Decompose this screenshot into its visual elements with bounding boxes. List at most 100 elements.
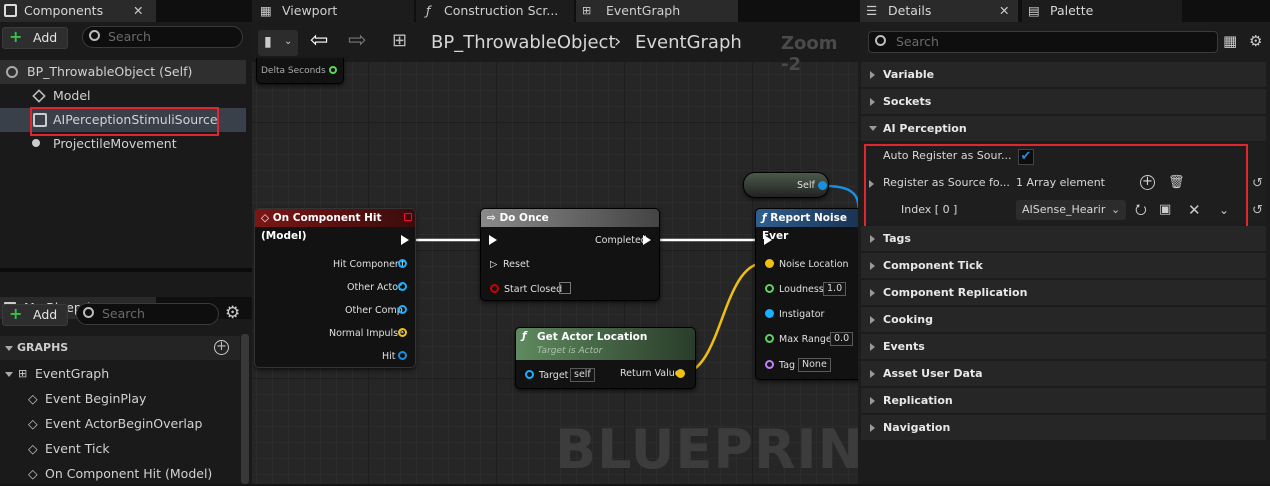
tree-item-projectile[interactable]: ProjectileMovement [0, 132, 246, 156]
node-header: ƒ Report Noise Ever [756, 209, 858, 242]
palette-tab[interactable]: ▤ Palette [1022, 0, 1182, 22]
search-icon [83, 307, 94, 318]
gear-icon[interactable]: ⚙ [225, 303, 240, 323]
blueprint-class-icon [4, 4, 17, 17]
self-pin[interactable] [818, 181, 827, 190]
actor-icon [6, 66, 18, 78]
details-tab[interactable]: ☰ Details ✕ [860, 0, 1018, 22]
details-icon: ☰ [866, 3, 878, 18]
graph-icon: ⊞ [18, 367, 28, 380]
node-header: ⇨ Do Once [481, 209, 659, 227]
exec-out-pin[interactable] [401, 235, 409, 245]
struct-pin[interactable] [398, 351, 407, 360]
object-pin[interactable] [765, 309, 774, 318]
category-replication[interactable]: Replication [861, 388, 1266, 413]
category-tags[interactable]: Tags [861, 226, 1266, 251]
close-icon[interactable]: ✕ [999, 0, 1009, 22]
function-icon: ƒ [762, 212, 767, 224]
event-item[interactable]: ◇ Event ActorBeginOverlap [0, 412, 246, 436]
event-item[interactable]: ◇ Event Tick [0, 437, 246, 461]
highlight-box [864, 144, 1248, 230]
exec-in-pin[interactable] [764, 235, 772, 245]
name-pin[interactable] [765, 360, 774, 369]
vector-pin[interactable] [676, 369, 685, 378]
category-asset-user-data[interactable]: Asset User Data [861, 361, 1266, 386]
chevron-down-icon [5, 346, 13, 351]
category-ai-perception[interactable]: AI Perception [861, 116, 1266, 141]
details-panel: ☰ Details ✕ ▤ Palette Search ▦ ⚙ Variabl… [858, 0, 1270, 484]
myblueprint-add-button[interactable]: + Add [2, 304, 68, 326]
event-item[interactable]: ◇ Event BeginPlay [0, 387, 246, 411]
plus-icon: + [9, 304, 23, 323]
tree-item-model[interactable]: Model [0, 84, 246, 108]
do-once-node[interactable]: ⇨ Do Once Completed ▷ Reset Start Closed [480, 208, 660, 301]
node-header: ƒ Get Actor Location Target is Actor [516, 328, 695, 360]
settings-icon[interactable]: ⚙ [1249, 32, 1262, 50]
report-noise-event-node[interactable]: ƒ Report Noise Ever Noise Location Loudn… [755, 208, 858, 380]
float-pin[interactable] [765, 284, 774, 293]
tree-item-self[interactable]: BP_ThrowableObject (Self) [0, 60, 246, 84]
category-sockets[interactable]: Sockets [861, 89, 1266, 114]
event-graph-canvas[interactable]: ▦ Viewport ƒ Construction Scr... ⊞ Event… [252, 0, 858, 484]
object-pin[interactable] [525, 370, 534, 379]
scrollbar[interactable] [241, 334, 249, 484]
graphs-section[interactable]: GRAPHS + [0, 336, 240, 360]
loudness-field[interactable]: 1.0 [823, 282, 847, 296]
exec-out-pin[interactable] [643, 235, 651, 245]
function-icon: ƒ [522, 330, 527, 342]
search-icon [875, 35, 886, 46]
plus-icon: + [9, 27, 23, 46]
node-header: ◇ On Component Hit (Model) [255, 209, 415, 242]
components-search-input[interactable]: Search [82, 26, 243, 48]
category-events[interactable]: Events [861, 334, 1266, 359]
category-component-replication[interactable]: Component Replication [861, 280, 1266, 305]
object-pin[interactable] [398, 259, 407, 268]
category-navigation[interactable]: Navigation [861, 415, 1266, 440]
myblueprint-search-input[interactable]: Search [76, 303, 219, 325]
category-variable[interactable]: Variable [861, 62, 1266, 87]
vector-pin[interactable] [765, 259, 774, 268]
blueprint-watermark: BLUEPRINT [555, 418, 858, 481]
macro-icon: ⇨ [487, 212, 496, 224]
category-component-tick[interactable]: Component Tick [861, 253, 1266, 278]
target-field[interactable]: self [570, 368, 595, 382]
object-pin[interactable] [398, 305, 407, 314]
table-view-icon[interactable]: ▦ [1223, 32, 1237, 50]
reset-arrow-icon[interactable]: ↺ [1252, 203, 1263, 218]
palette-icon: ▤ [1028, 3, 1040, 18]
event-item[interactable]: ◇ On Component Hit (Model) [0, 462, 246, 486]
event-icon: ◇ [261, 212, 270, 224]
close-icon[interactable]: ✕ [133, 0, 143, 22]
event-icon: ◇ [28, 441, 38, 456]
exec-in-pin[interactable] [489, 235, 497, 245]
movement-icon [32, 139, 40, 147]
event-icon: ◇ [28, 391, 38, 406]
float-pin[interactable] [765, 334, 774, 343]
static-mesh-icon [32, 89, 46, 103]
get-actor-location-node[interactable]: ƒ Get Actor Location Target is Actor Tar… [515, 327, 696, 389]
max-range-field[interactable]: 0.0 [830, 332, 854, 346]
start-closed-checkbox[interactable] [559, 282, 571, 294]
chevron-down-icon [5, 372, 13, 377]
event-icon: ◇ [28, 416, 38, 431]
search-icon [89, 30, 100, 41]
object-pin[interactable] [398, 282, 407, 291]
category-cooking[interactable]: Cooking [861, 307, 1266, 332]
reset-arrow-icon[interactable]: ↺ [1252, 176, 1263, 191]
components-tab[interactable]: Components ✕ [0, 0, 156, 22]
bool-pin[interactable] [490, 284, 499, 293]
left-panel: Components ✕ + Add Search BP_ThrowableOb… [0, 0, 252, 484]
details-search-input[interactable]: Search [868, 31, 1218, 53]
vector-pin[interactable] [398, 328, 407, 337]
splitter[interactable] [0, 268, 252, 272]
graph-item-eventgraph[interactable]: ⊞ EventGraph [0, 362, 246, 386]
exec-in-icon[interactable]: ▷ [490, 259, 497, 270]
add-graph-icon[interactable]: + [214, 340, 229, 355]
self-node[interactable]: Self [743, 172, 829, 198]
event-icon: ◇ [28, 466, 38, 481]
components-add-button[interactable]: + Add [2, 27, 68, 49]
tag-field[interactable]: None [798, 358, 831, 372]
on-component-hit-node[interactable]: ◇ On Component Hit (Model) Hit Component… [254, 208, 416, 368]
delegate-pin[interactable] [404, 213, 412, 221]
components-tabbar: Components ✕ [0, 0, 252, 22]
